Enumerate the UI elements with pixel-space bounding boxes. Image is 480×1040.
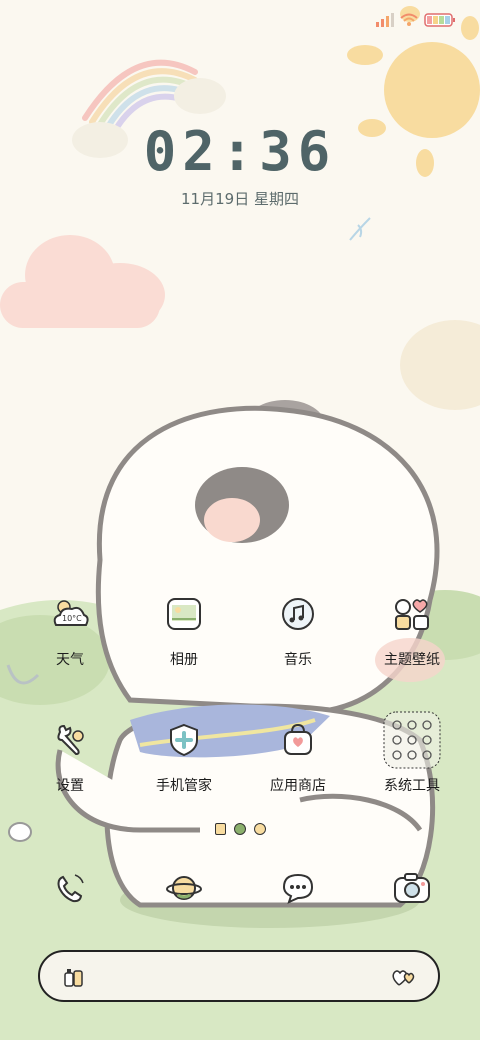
app-store-bag-icon [276, 718, 320, 762]
clock-time: 02:36 [143, 120, 337, 183]
app-label: 天气 [56, 652, 84, 668]
page-indicator-home-icon [214, 823, 226, 835]
app-themes[interactable]: 主题壁纸 [352, 592, 472, 669]
dock-phone[interactable] [10, 866, 130, 910]
battery-icon [424, 13, 455, 27]
camera-icon [390, 866, 434, 910]
app-label: 设置 [56, 778, 84, 794]
messages-bubble-icon [276, 866, 320, 910]
weather-temperature: 10°C [62, 614, 82, 623]
dock-browser[interactable] [124, 866, 244, 910]
dock-messages[interactable] [238, 866, 358, 910]
app-gallery[interactable]: 相册 [124, 592, 244, 669]
page-dot-active [233, 823, 246, 835]
page-dot [253, 823, 266, 835]
gallery-icon [162, 592, 206, 636]
app-phone-manager[interactable]: 手机管家 [124, 718, 244, 795]
app-store[interactable]: 应用商店 [238, 718, 358, 795]
browser-planet-icon [162, 866, 206, 910]
wifi-icon [400, 13, 418, 26]
app-label: 主题壁纸 [384, 652, 440, 668]
app-settings[interactable]: 设置 [10, 718, 130, 795]
app-label: 音乐 [284, 652, 312, 668]
clock-date: 11月19日 星期四 [181, 190, 299, 208]
app-label: 相册 [170, 652, 198, 668]
page-indicator[interactable] [0, 823, 480, 835]
phone-manager-shield-icon [162, 718, 206, 762]
app-label: 手机管家 [156, 778, 212, 794]
app-weather[interactable]: 10°C 天气 [10, 592, 130, 669]
signal-bars-icon [376, 13, 394, 27]
search-bottles-icon[interactable] [62, 965, 86, 993]
status-bar [376, 10, 456, 30]
music-icon [276, 592, 320, 636]
settings-wrench-icon [48, 718, 92, 762]
app-label: 应用商店 [270, 778, 326, 794]
app-system-tools[interactable]: 系统工具 [352, 711, 472, 795]
app-label: 系统工具 [384, 778, 440, 794]
hearts-icon[interactable] [390, 965, 418, 993]
phone-icon [48, 866, 92, 910]
system-tools-folder-icon [382, 710, 442, 770]
dock-camera[interactable] [352, 866, 472, 910]
search-bar[interactable] [38, 950, 440, 1002]
theme-icon [390, 592, 434, 636]
app-music[interactable]: 音乐 [238, 592, 358, 669]
